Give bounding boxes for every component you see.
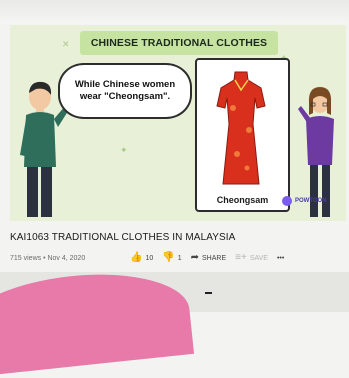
sparkle-icon: ✕ xyxy=(62,39,70,49)
video-meta: 715 views • Nov 4, 2020 xyxy=(10,255,86,262)
banner-title: CHINESE TRADITIONAL CLOTHES xyxy=(90,37,268,49)
brand-text: POWTOON xyxy=(295,198,327,204)
speech-text: While Chinese women wear "Cheongsam". xyxy=(74,79,176,102)
top-strip xyxy=(0,0,349,24)
cheongsam-card: Cheongsam xyxy=(195,58,290,212)
powtoon-mark-icon xyxy=(282,196,292,206)
save-label: SAVE xyxy=(249,254,268,262)
video-player[interactable]: ✕ ✦ ✦ CHINESE TRADITIONAL CLOTHES While … xyxy=(10,25,346,221)
save-button[interactable]: ≡+ SAVE xyxy=(235,253,268,263)
speech-bubble: While Chinese women wear "Cheongsam". xyxy=(58,63,192,119)
dislike-icon: 👎 xyxy=(162,252,175,263)
dislike-count: 1 xyxy=(177,254,182,262)
action-bar: 👍 10 👎 1 ➦ SHARE ≡+ SAVE ••• xyxy=(130,250,345,266)
dash-mark xyxy=(205,292,212,294)
cheongsam-dress-icon xyxy=(216,71,266,185)
powtoon-logo: POWTOON xyxy=(282,193,342,209)
video-title[interactable]: KAI1063 TRADITIONAL CLOTHES IN MALAYSIA xyxy=(10,232,340,243)
card-caption: Cheongsam xyxy=(216,195,269,205)
sparkle-icon: ✦ xyxy=(120,145,128,155)
video-banner: CHINESE TRADITIONAL CLOTHES xyxy=(80,31,278,55)
share-button[interactable]: ➦ SHARE xyxy=(191,253,227,263)
dislike-button[interactable]: 👎 1 xyxy=(162,253,181,263)
more-button[interactable]: ••• xyxy=(277,255,284,262)
like-button[interactable]: 👍 10 xyxy=(130,253,153,263)
share-icon: ➦ xyxy=(190,252,199,263)
share-label: SHARE xyxy=(202,254,227,262)
like-icon: 👍 xyxy=(130,252,143,263)
like-count: 10 xyxy=(145,254,154,262)
more-icon: ••• xyxy=(276,254,285,262)
save-icon: ≡+ xyxy=(235,252,247,263)
